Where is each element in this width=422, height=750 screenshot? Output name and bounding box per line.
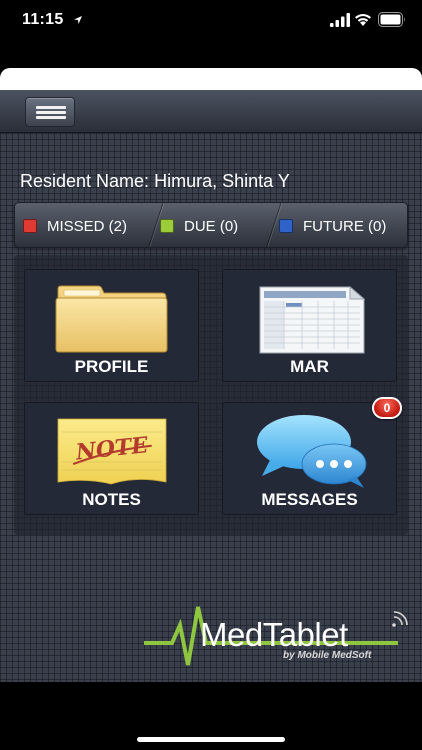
chat-bubbles-icon — [257, 415, 367, 488]
messages-tile[interactable]: MESSAGES — [222, 402, 397, 515]
future-color-square — [279, 219, 293, 233]
menu-grid: PROFILE MAR NOTE NOTES MESSAGES — [14, 255, 408, 535]
mar-tile[interactable]: MAR — [222, 269, 397, 382]
location-arrow-icon — [74, 16, 82, 24]
sticky-note-icon: NOTE — [57, 418, 167, 485]
folder-icon — [55, 285, 168, 353]
logo-tagline: by Mobile MedSoft — [283, 650, 372, 661]
tab-due-label: DUE (0) — [184, 217, 239, 235]
due-color-square — [160, 219, 174, 233]
profile-label: PROFILE — [74, 357, 149, 376]
tab-missed[interactable]: MISSED (2) — [23, 203, 128, 247]
tab-due[interactable]: DUE (0) — [160, 203, 239, 247]
tab-future[interactable]: FUTURE (0) — [279, 203, 387, 247]
notes-label: NOTES — [82, 490, 141, 509]
medtablet-logo: MedTablet by Mobile MedSoft — [142, 603, 408, 669]
resident-label: Resident Name: — [20, 171, 150, 191]
hamburger-menu-icon — [36, 106, 66, 109]
status-tabs: MISSED (2) DUE (0) FUTURE (0) — [14, 202, 408, 248]
resident-name-line: Resident Name: Himura, Shinta Y — [20, 171, 290, 192]
notes-tile[interactable]: NOTE NOTES — [24, 402, 199, 515]
messages-label: MESSAGES — [261, 490, 358, 509]
logo-name: MedTablet — [200, 616, 348, 653]
home-indicator[interactable] — [137, 737, 285, 742]
main-content: Resident Name: Himura, Shinta Y MISSED (… — [0, 133, 422, 682]
hamburger-menu-icon — [36, 111, 66, 114]
missed-color-square — [23, 219, 37, 233]
tab-missed-label: MISSED (2) — [47, 217, 128, 235]
status-time: 11:15 — [22, 11, 64, 28]
menu-button[interactable] — [25, 97, 75, 127]
profile-tile[interactable]: PROFILE — [24, 269, 199, 382]
spreadsheet-icon — [259, 285, 366, 354]
hamburger-menu-icon — [36, 116, 66, 119]
battery-icon — [378, 12, 405, 27]
top-toolbar — [0, 90, 422, 133]
status-bar: 11:15 — [0, 0, 422, 44]
resident-name: Himura, Shinta Y — [154, 171, 290, 191]
app-frame: Resident Name: Himura, Shinta Y MISSED (… — [0, 68, 422, 682]
wifi-icon — [355, 14, 371, 26]
mar-label: MAR — [290, 357, 329, 376]
tab-future-label: FUTURE (0) — [303, 217, 387, 235]
messages-badge: 0 — [372, 397, 402, 419]
cellular-signal-icon — [330, 13, 350, 27]
